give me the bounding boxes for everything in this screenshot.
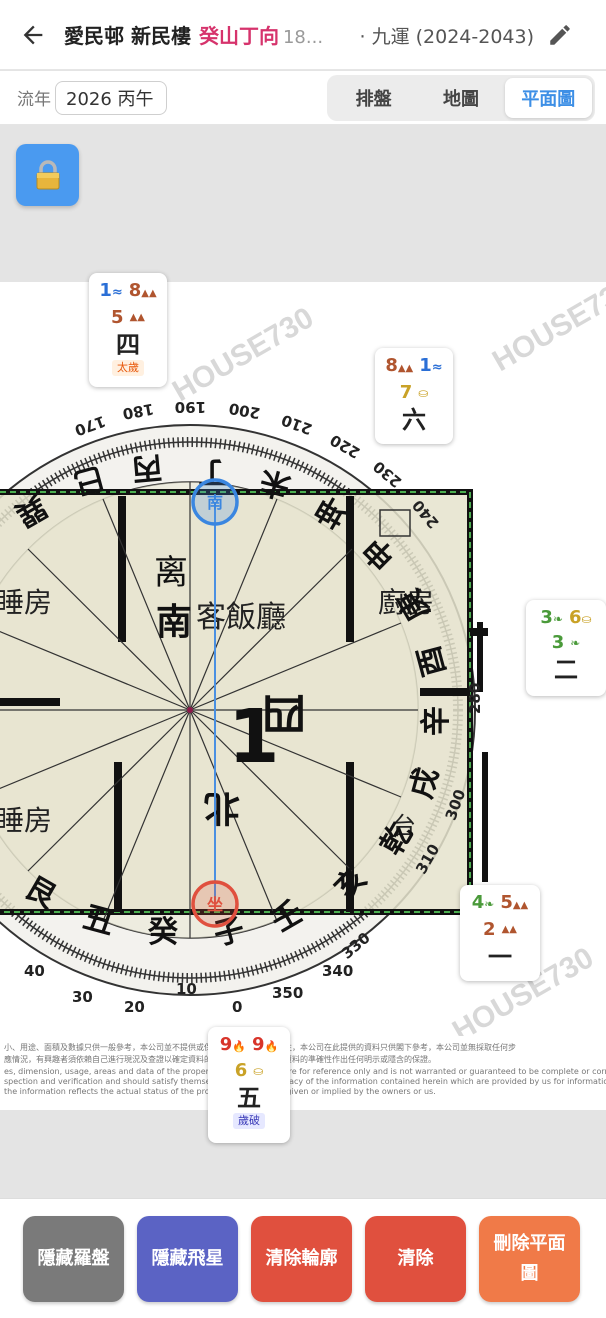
- year-star: 2 ▲▲: [483, 919, 517, 940]
- tai-sui-badge: 太歲: [112, 360, 144, 376]
- clear-button[interactable]: 清除: [365, 1216, 466, 1302]
- year-selector[interactable]: 2026 丙午: [55, 80, 167, 115]
- period-label: · 九運 (2024-2043): [359, 26, 534, 48]
- property-title: 愛民邨 新民樓: [64, 24, 191, 48]
- facing-label: 癸山丁向: [198, 24, 279, 48]
- facing-marker[interactable]: 南: [191, 478, 239, 526]
- sitting-marker-label: 坐: [207, 895, 223, 914]
- degree-label: 200: [228, 399, 262, 422]
- lock-button[interactable]: [16, 144, 79, 206]
- room-bedroom-2: 睡房: [0, 804, 52, 837]
- palace-number: 一: [488, 943, 512, 971]
- hide-flying-stars-button[interactable]: 隱藏飛星: [137, 1216, 238, 1302]
- compass-north: 北: [204, 787, 240, 829]
- tab-chart[interactable]: 排盤: [330, 78, 417, 118]
- pencil-icon: [550, 24, 570, 45]
- room-bedroom: 睡房: [0, 586, 52, 619]
- compass-trigram-li: 离: [154, 553, 188, 593]
- mountain-star: 3❧: [540, 607, 563, 628]
- hide-compass-button[interactable]: 隱藏羅盤: [23, 1216, 124, 1302]
- palace-number: 二: [554, 656, 578, 684]
- degree-label: 190: [175, 398, 206, 416]
- back-button[interactable]: [10, 12, 56, 58]
- floorplan-compass-overlay[interactable]: HOUSE730 HOUSE730 HOUSE730 HOUSE730: [0, 282, 606, 1110]
- degree-label: 0: [232, 998, 242, 1016]
- watermark: HOUSE730: [487, 282, 606, 378]
- degree-label: 170: [72, 412, 108, 440]
- tab-floorplan[interactable]: 平面圖: [504, 78, 592, 118]
- watermark: HOUSE730: [167, 301, 319, 408]
- degree-label: 180: [121, 400, 155, 423]
- disclaimer-text: es, dimension, usage, areas and data of …: [4, 1067, 606, 1076]
- sui-po-badge: 歲破: [233, 1113, 265, 1129]
- star-card-2[interactable]: 3❧ 6⛀ 3 ❧ 二: [526, 600, 606, 696]
- toolbar: 流年 2026 丙午 排盤 地圖 平面圖: [0, 71, 606, 125]
- mountain-label: 癸: [147, 915, 179, 950]
- view-tabs: 排盤 地圖 平面圖: [327, 75, 595, 121]
- water-star: 5▲▲: [500, 892, 529, 913]
- degree-label: 210: [279, 411, 315, 439]
- mountain-star: 1≈: [99, 280, 123, 301]
- year-star: 7 ⛀: [399, 382, 429, 403]
- degree-label: 280: [466, 683, 484, 714]
- star-card-4[interactable]: 1≈ 8▲▲ 5 ▲▲ 四 太歲: [89, 273, 167, 387]
- sitting-marker[interactable]: 坐: [191, 880, 239, 928]
- disclaimer-text: spection and verification and should sat…: [4, 1077, 606, 1086]
- compass-south: 南: [156, 601, 192, 643]
- degree-label: 30: [72, 988, 93, 1006]
- palace-number: 五: [237, 1084, 261, 1112]
- degree-label: 220: [327, 431, 363, 462]
- edit-button[interactable]: [538, 13, 582, 57]
- degree-label: 10: [176, 980, 197, 998]
- year-star: 5 ▲▲: [111, 307, 145, 328]
- compass-center-char: 四: [262, 687, 306, 738]
- star-card-1[interactable]: 4❧ 5▲▲ 2 ▲▲ 一: [460, 885, 540, 981]
- degree-label: 40: [24, 962, 45, 980]
- arrow-left-icon: [23, 25, 43, 44]
- water-star: 6⛀: [569, 607, 592, 628]
- bottom-action-bar: 隱藏羅盤 隱藏飛星 清除輪廓 清除 刪除平面圖: [0, 1198, 606, 1318]
- facing-degree: 18...: [282, 27, 324, 48]
- mountain-label: 辛: [419, 706, 454, 736]
- mountain-label: 丙: [130, 449, 163, 486]
- facing-marker-label: 南: [207, 493, 223, 512]
- mountain-star: 9🔥: [219, 1034, 246, 1055]
- star-card-6[interactable]: 8▲▲ 1≈ 7 ⛀ 六: [375, 348, 453, 444]
- mountain-star: 8▲▲: [385, 355, 414, 376]
- water-star: 8▲▲: [128, 280, 157, 301]
- degree-label: 350: [272, 984, 303, 1002]
- water-star: 1≈: [419, 355, 443, 376]
- mountain-star: 4❧: [471, 892, 495, 913]
- water-star: 9🔥: [252, 1034, 279, 1055]
- title-area: 愛民邨 新民樓 癸山丁向 18... · 九運 (2024-2043): [64, 20, 534, 49]
- palace-number: 六: [402, 406, 426, 434]
- lock-icon: [36, 160, 59, 190]
- clear-outline-button[interactable]: 清除輪廓: [251, 1216, 352, 1302]
- year-star: 3 ❧: [551, 632, 581, 653]
- year-star: 6 ⛀: [234, 1060, 264, 1081]
- top-app-bar: 愛民邨 新民樓 癸山丁向 18... · 九運 (2024-2043): [0, 0, 606, 70]
- room-living: 客飯廳: [196, 600, 286, 635]
- star-card-5[interactable]: 9🔥 9🔥 6 ⛀ 五 歲破: [208, 1027, 290, 1143]
- delete-floorplan-button[interactable]: 刪除平面圖: [479, 1216, 580, 1302]
- degree-label: 230: [370, 457, 406, 491]
- year-label: 流年: [17, 90, 51, 110]
- tab-map[interactable]: 地圖: [417, 78, 504, 118]
- degree-label: 340: [322, 962, 353, 980]
- palace-number: 四: [116, 331, 140, 359]
- degree-label: 20: [124, 998, 145, 1016]
